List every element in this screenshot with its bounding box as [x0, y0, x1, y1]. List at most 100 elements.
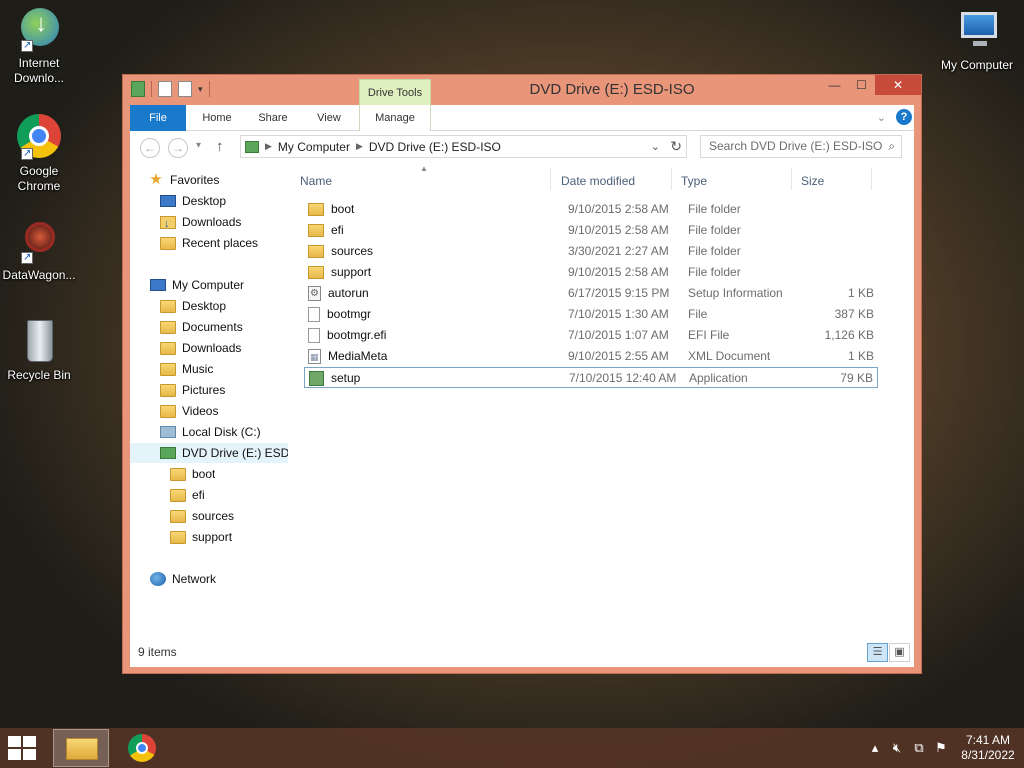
file-size: 79 KB	[840, 371, 873, 385]
column-divider[interactable]	[791, 168, 792, 190]
nav-item-pictures[interactable]: Pictures	[160, 380, 225, 400]
tab-share[interactable]: Share	[248, 105, 298, 131]
taskbar-file-explorer[interactable]	[53, 729, 109, 767]
file-name: setup	[331, 371, 361, 385]
file-date: 6/17/2015 9:15 PM	[568, 286, 670, 300]
column-header-size[interactable]: Size	[795, 164, 871, 198]
column-header-date-modified[interactable]: Date modified	[555, 164, 671, 198]
table-row-selected[interactable]: setup 7/10/2015 12:40 AM Application 79 …	[304, 367, 878, 388]
table-row[interactable]: support 9/10/2015 2:58 AM File folder	[304, 262, 878, 283]
up-button[interactable]: ↑	[216, 138, 224, 155]
clock[interactable]: 7:41 AM 8/31/2022	[952, 733, 1024, 763]
nav-favorites[interactable]: ★ Favorites	[148, 170, 219, 190]
datawagon-icon	[15, 218, 63, 266]
nav-label: Documents	[182, 320, 243, 334]
help-icon[interactable]: ?	[896, 109, 912, 125]
search-icon[interactable]: ⌕	[888, 136, 895, 157]
nav-item-dvd-support[interactable]: support	[170, 527, 232, 547]
taskbar-google-chrome[interactable]	[115, 729, 171, 767]
file-type: File	[688, 307, 708, 321]
desktop-icon-google-chrome[interactable]: Google Chrome	[0, 114, 78, 194]
start-button[interactable]	[8, 736, 38, 760]
tab-view[interactable]: View	[304, 105, 354, 131]
maximize-button[interactable]: ☐	[848, 75, 875, 95]
nav-item-downloads[interactable]: Downloads	[160, 338, 241, 358]
volume-muted-icon[interactable]: 🔇︎	[886, 740, 908, 756]
recent-places-icon	[160, 236, 176, 250]
desktop-icon-label: DataWagon...	[2, 268, 76, 282]
internet-download-manager-icon: ↓	[15, 6, 63, 54]
table-row[interactable]: MediaMeta 9/10/2015 2:55 AM XML Document…	[304, 346, 878, 368]
column-divider[interactable]	[871, 168, 872, 190]
desktop-icon-recycle-bin[interactable]: Recycle Bin	[0, 318, 78, 383]
nav-item-desktop[interactable]: Desktop	[160, 296, 226, 316]
nav-item-local-disk[interactable]: Local Disk (C:)	[160, 422, 261, 442]
tab-home[interactable]: Home	[192, 105, 242, 131]
breadcrumb-separator-icon[interactable]: ▶	[356, 141, 363, 152]
column-divider[interactable]	[550, 168, 551, 190]
folder-icon	[308, 203, 324, 216]
network-icon[interactable]: ⧉	[908, 740, 930, 756]
nav-item-documents[interactable]: Documents	[160, 317, 243, 337]
recent-locations-chevron-icon[interactable]: ▾	[196, 140, 201, 151]
breadcrumb-dvd-drive[interactable]: DVD Drive (E:) ESD-ISO	[369, 140, 501, 154]
tab-file[interactable]: File	[130, 105, 186, 131]
windows-logo-icon	[23, 736, 36, 747]
breadcrumb-my-computer[interactable]: My Computer	[278, 140, 350, 154]
file-type: File folder	[688, 202, 741, 216]
expand-ribbon-chevron-icon[interactable]: ⌄	[877, 111, 886, 124]
table-row[interactable]: autorun 6/17/2015 9:15 PM Setup Informat…	[304, 283, 878, 304]
nav-label: support	[192, 530, 233, 544]
nav-item-favorites-downloads[interactable]: Downloads	[160, 212, 241, 232]
file-date: 7/10/2015 12:40 AM	[569, 371, 677, 385]
application-icon	[309, 371, 324, 386]
file-icon	[308, 307, 320, 322]
desktop-icon-internet-download[interactable]: ↓ Internet Downlo...	[0, 6, 78, 86]
forward-button[interactable]: →	[168, 138, 188, 158]
large-icons-view-button[interactable]: ▣	[889, 643, 910, 662]
tab-manage[interactable]: Manage	[359, 105, 431, 131]
table-row[interactable]: efi 9/10/2015 2:58 AM File folder	[304, 220, 878, 241]
clock-time: 7:41 AM	[965, 733, 1011, 747]
details-view-button[interactable]: ☰	[867, 643, 888, 662]
address-bar[interactable]: ▶ My Computer ▶ DVD Drive (E:) ESD-ISO ⌄…	[240, 135, 687, 158]
file-name-cell: setup	[309, 368, 360, 389]
column-header-type[interactable]: Type	[675, 164, 791, 198]
nav-item-recent-places[interactable]: Recent places	[160, 233, 258, 253]
chrome-center-icon	[136, 742, 148, 754]
table-row[interactable]: bootmgr 7/10/2015 1:30 AM File 387 KB	[304, 304, 878, 325]
title-bar[interactable]: ▾ Drive Tools DVD Drive (E:) ESD-ISO — ☐…	[123, 75, 921, 105]
action-center-flag-icon[interactable]: ⚑	[930, 740, 952, 756]
nav-item-music[interactable]: Music	[160, 359, 213, 379]
table-row[interactable]: boot 9/10/2015 2:58 AM File folder	[304, 199, 878, 220]
nav-label: Pictures	[182, 383, 226, 397]
nav-item-dvd-efi[interactable]: efi	[170, 485, 205, 505]
folder-icon	[160, 362, 176, 376]
column-divider[interactable]	[671, 168, 672, 190]
show-hidden-icons-chevron-icon[interactable]: ▴	[864, 740, 886, 756]
desktop-icon-my-computer[interactable]: My Computer	[936, 8, 1018, 73]
nav-my-computer[interactable]: My Computer	[150, 275, 244, 295]
minimize-button[interactable]: —	[821, 75, 848, 95]
nav-item-dvd-boot[interactable]: boot	[170, 464, 215, 484]
shortcut-arrow-icon	[21, 146, 33, 161]
nav-network[interactable]: Network	[150, 569, 216, 589]
nav-item-dvd-drive[interactable]: DVD Drive (E:) ESD-ISO	[130, 443, 288, 463]
file-name: bootmgr.efi	[327, 328, 387, 342]
nav-label: sources	[192, 509, 235, 523]
table-row[interactable]: sources 3/30/2021 2:27 AM File folder	[304, 241, 878, 262]
close-button[interactable]: ✕	[875, 75, 921, 95]
nav-item-favorites-desktop[interactable]: Desktop	[160, 191, 226, 211]
nav-item-dvd-sources[interactable]: sources	[170, 506, 234, 526]
desktop-icon-datawagon[interactable]: DataWagon...	[0, 218, 78, 283]
table-row[interactable]: bootmgr.efi 7/10/2015 1:07 AM EFI File 1…	[304, 325, 878, 346]
address-dropdown-chevron-icon[interactable]: ⌄	[651, 140, 660, 153]
breadcrumb-separator-icon[interactable]: ▶	[265, 141, 272, 152]
refresh-icon[interactable]: ↻	[670, 138, 682, 155]
search-input[interactable]: Search DVD Drive (E:) ESD-ISO ⌕	[700, 135, 902, 158]
windows-logo-icon	[23, 749, 36, 760]
downloads-icon	[160, 214, 176, 232]
back-button[interactable]: ←	[140, 138, 160, 158]
ribbon-tabs: File Home Share View Manage ⌄ ?	[130, 105, 914, 131]
nav-item-videos[interactable]: Videos	[160, 401, 218, 421]
